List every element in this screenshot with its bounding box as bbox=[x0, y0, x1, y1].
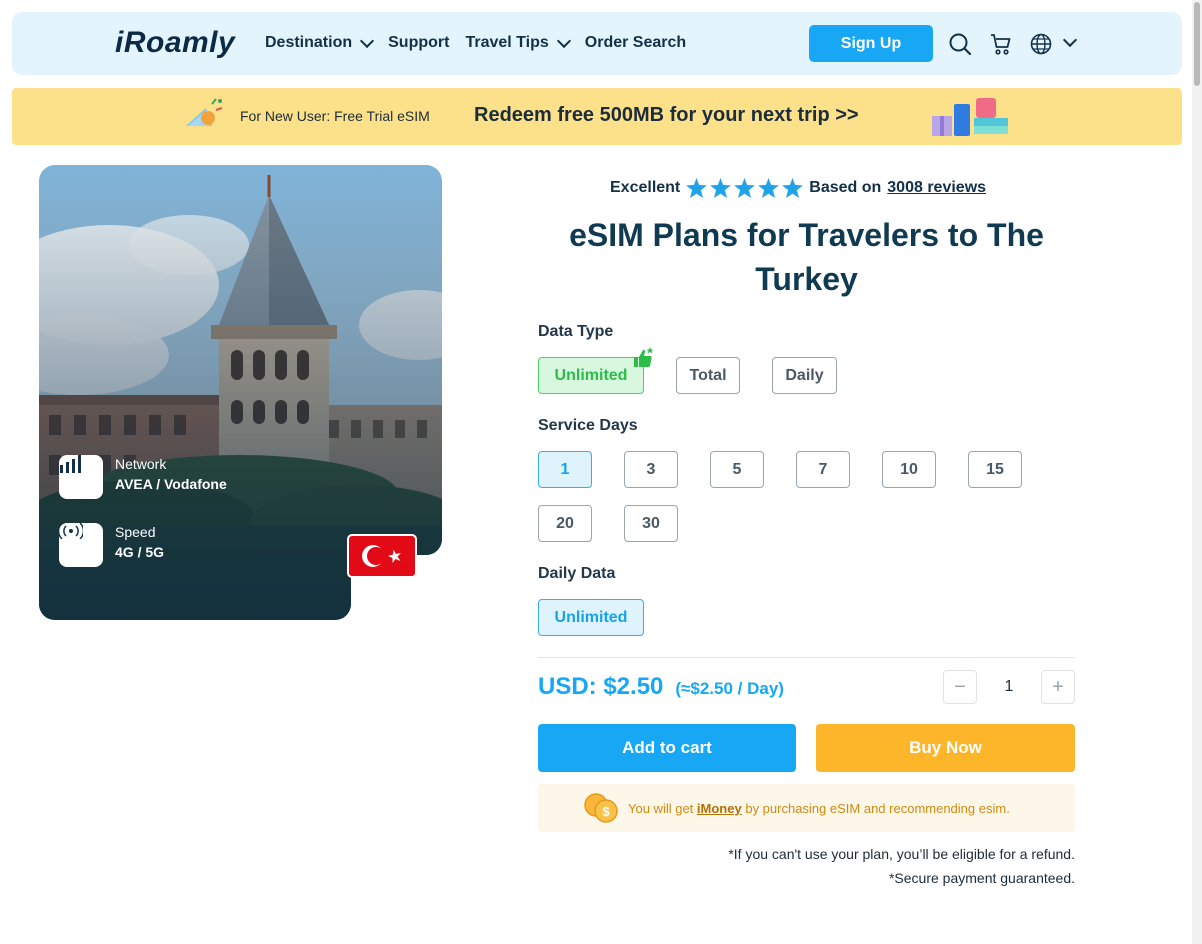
data-type-total[interactable]: Total bbox=[676, 357, 740, 394]
promo-banner[interactable]: For New User: Free Trial eSIM Redeem fre… bbox=[12, 88, 1182, 145]
search-icon[interactable] bbox=[948, 32, 972, 56]
star-icon bbox=[710, 178, 732, 198]
network-label: Network bbox=[115, 456, 167, 472]
gift-tickets-icon bbox=[932, 98, 1008, 136]
network-value: AVEA / Vodafone bbox=[115, 476, 227, 492]
cart-icon[interactable] bbox=[989, 32, 1013, 56]
destination-image-card: Network AVEA / Vodafone Speed 4G / 5G bbox=[39, 165, 442, 620]
thumbs-up-icon bbox=[634, 347, 654, 367]
imoney-text: You will get iMoney by purchasing eSIM a… bbox=[628, 801, 1010, 816]
price-per-day: (≈$2.50 / Day) bbox=[675, 679, 784, 698]
secure-payment-note: *Secure payment guaranteed. bbox=[888, 870, 1075, 886]
data-type-unlimited[interactable]: Unlimited bbox=[538, 357, 644, 394]
service-days-option[interactable]: 30 bbox=[624, 505, 678, 542]
service-days-option[interactable]: 3 bbox=[624, 451, 678, 488]
sign-up-button[interactable]: Sign Up bbox=[809, 25, 933, 62]
site-header: iRoamly Destination Support Travel Tips … bbox=[12, 12, 1182, 75]
rating-summary: Excellent Based on 3008 reviews bbox=[610, 178, 986, 198]
signal-bars-icon bbox=[59, 455, 103, 499]
service-days-option[interactable]: 7 bbox=[796, 451, 850, 488]
turkey-flag-icon bbox=[347, 534, 417, 578]
star-icon bbox=[758, 178, 780, 198]
service-days-option[interactable]: 10 bbox=[882, 451, 936, 488]
service-days-option[interactable]: 20 bbox=[538, 505, 592, 542]
service-days-option[interactable]: 1 bbox=[538, 451, 592, 488]
service-days-option[interactable]: 15 bbox=[968, 451, 1022, 488]
refund-note: *If you can't use your plan, you’ll be e… bbox=[728, 846, 1075, 862]
promo-small-text: For New User: Free Trial eSIM bbox=[240, 108, 430, 124]
promo-headline[interactable]: Redeem free 500MB for your next trip >> bbox=[474, 104, 859, 127]
rating-stars bbox=[686, 178, 804, 198]
imoney-prefix: You will get bbox=[628, 801, 694, 816]
buy-now-button[interactable]: Buy Now bbox=[816, 724, 1075, 772]
speed-feature: Speed 4G / 5G bbox=[59, 523, 164, 567]
page-title: eSIM Plans for Travelers to The Turkey bbox=[569, 217, 1044, 297]
globe-icon[interactable] bbox=[1029, 32, 1053, 56]
nav-support-label: Support bbox=[388, 34, 450, 51]
nav-destination[interactable]: Destination bbox=[265, 33, 375, 52]
page-scrollbar[interactable] bbox=[1192, 0, 1202, 944]
nav-travel-tips-label: Travel Tips bbox=[465, 34, 549, 51]
daily-data-label: Daily Data bbox=[538, 565, 616, 582]
data-type-daily[interactable]: Daily bbox=[772, 357, 837, 394]
divider bbox=[538, 657, 1075, 658]
imoney-banner: $ You will get iMoney by purchasing eSIM… bbox=[538, 784, 1075, 832]
main-nav: Destination Support Travel Tips Order Se… bbox=[265, 33, 686, 52]
broadcast-icon bbox=[59, 523, 103, 567]
price-total: USD: $2.50 bbox=[538, 673, 664, 700]
chevron-down-icon[interactable] bbox=[1062, 32, 1078, 48]
nav-order-search-label: Order Search bbox=[584, 34, 687, 51]
chevron-down-icon bbox=[556, 33, 571, 48]
star-icon bbox=[734, 178, 756, 198]
quantity-decrease-button[interactable]: − bbox=[943, 670, 977, 704]
add-to-cart-button[interactable]: Add to cart bbox=[538, 724, 796, 772]
data-type-label: Data Type bbox=[538, 323, 614, 340]
star-icon bbox=[782, 178, 804, 198]
megaphone-icon bbox=[186, 98, 223, 126]
rating-word: Excellent bbox=[610, 179, 681, 196]
nav-support[interactable]: Support bbox=[388, 34, 449, 52]
imoney-link[interactable]: iMoney bbox=[697, 801, 742, 816]
speed-value: 4G / 5G bbox=[115, 544, 165, 560]
scrollbar-thumb[interactable] bbox=[1194, 2, 1200, 86]
quantity-value[interactable]: 1 bbox=[993, 678, 1025, 696]
speed-label: Speed bbox=[115, 524, 156, 540]
nav-travel-tips[interactable]: Travel Tips bbox=[465, 33, 571, 52]
daily-data-unlimited[interactable]: Unlimited bbox=[538, 599, 644, 636]
service-days-label: Service Days bbox=[538, 417, 638, 434]
price-display: USD: $2.50 (≈$2.50 / Day) bbox=[538, 673, 784, 701]
network-feature: Network AVEA / Vodafone bbox=[59, 455, 227, 499]
logo[interactable]: iRoamly bbox=[115, 26, 235, 60]
imoney-suffix: by purchasing eSIM and recommending esim… bbox=[745, 801, 1010, 816]
chevron-down-icon bbox=[360, 33, 375, 48]
nav-order-search[interactable]: Order Search bbox=[585, 34, 686, 52]
service-days-option[interactable]: 5 bbox=[710, 451, 764, 488]
nav-destination-label: Destination bbox=[265, 34, 353, 51]
star-icon bbox=[686, 178, 708, 198]
based-on-text: Based on bbox=[809, 179, 882, 196]
svg-text:$: $ bbox=[602, 804, 610, 819]
reviews-link[interactable]: 3008 reviews bbox=[887, 179, 986, 197]
coins-icon: $ bbox=[584, 793, 618, 823]
quantity-increase-button[interactable]: + bbox=[1041, 670, 1075, 704]
